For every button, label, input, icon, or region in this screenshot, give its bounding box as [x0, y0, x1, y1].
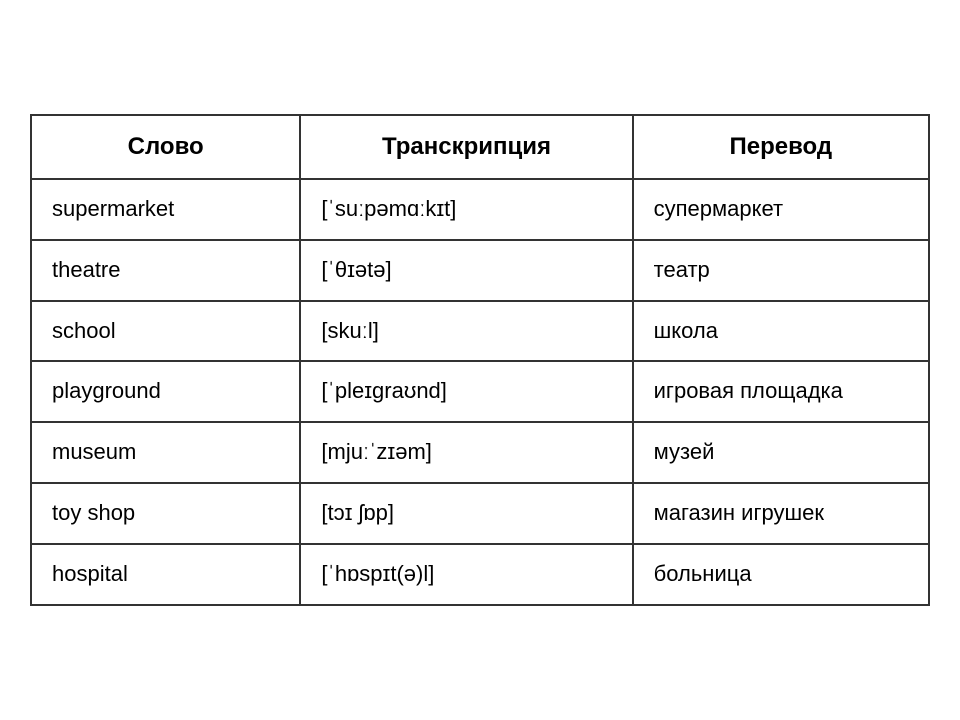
cell-translation: супермаркет: [633, 179, 929, 240]
table-row: hospital[ˈhɒspɪt(ə)l]больница: [31, 544, 929, 605]
header-word: Слово: [31, 115, 300, 179]
table-row: supermarket[ˈsuːpəmɑːkɪt]супермаркет: [31, 179, 929, 240]
cell-translation: больница: [633, 544, 929, 605]
cell-transcription: [ˈsuːpəmɑːkɪt]: [300, 179, 632, 240]
cell-transcription: [ˈhɒspɪt(ə)l]: [300, 544, 632, 605]
table-header-row: Слово Транскрипция Перевод: [31, 115, 929, 179]
cell-transcription: [ˈθɪətə]: [300, 240, 632, 301]
cell-transcription: [ˈpleɪɡraʊnd]: [300, 361, 632, 422]
cell-translation: школа: [633, 301, 929, 362]
header-translation: Перевод: [633, 115, 929, 179]
table-row: toy shop[tɔɪ ʃɒp]магазин игрушек: [31, 483, 929, 544]
cell-transcription: [skuːl]: [300, 301, 632, 362]
table-row: museum[mjuːˈzɪəm]музей: [31, 422, 929, 483]
cell-translation: театр: [633, 240, 929, 301]
cell-transcription: [tɔɪ ʃɒp]: [300, 483, 632, 544]
header-transcription: Транскрипция: [300, 115, 632, 179]
cell-translation: магазин игрушек: [633, 483, 929, 544]
cell-word: toy shop: [31, 483, 300, 544]
cell-translation: музей: [633, 422, 929, 483]
table-row: playground[ˈpleɪɡraʊnd]игровая площадка: [31, 361, 929, 422]
cell-word: hospital: [31, 544, 300, 605]
cell-word: supermarket: [31, 179, 300, 240]
table-row: school[skuːl]школа: [31, 301, 929, 362]
cell-translation: игровая площадка: [633, 361, 929, 422]
cell-word: museum: [31, 422, 300, 483]
cell-transcription: [mjuːˈzɪəm]: [300, 422, 632, 483]
vocabulary-table: Слово Транскрипция Перевод supermarket[ˈ…: [30, 114, 930, 605]
cell-word: theatre: [31, 240, 300, 301]
cell-word: school: [31, 301, 300, 362]
vocabulary-table-container: Слово Транскрипция Перевод supermarket[ˈ…: [30, 114, 930, 605]
table-row: theatre[ˈθɪətə]театр: [31, 240, 929, 301]
cell-word: playground: [31, 361, 300, 422]
